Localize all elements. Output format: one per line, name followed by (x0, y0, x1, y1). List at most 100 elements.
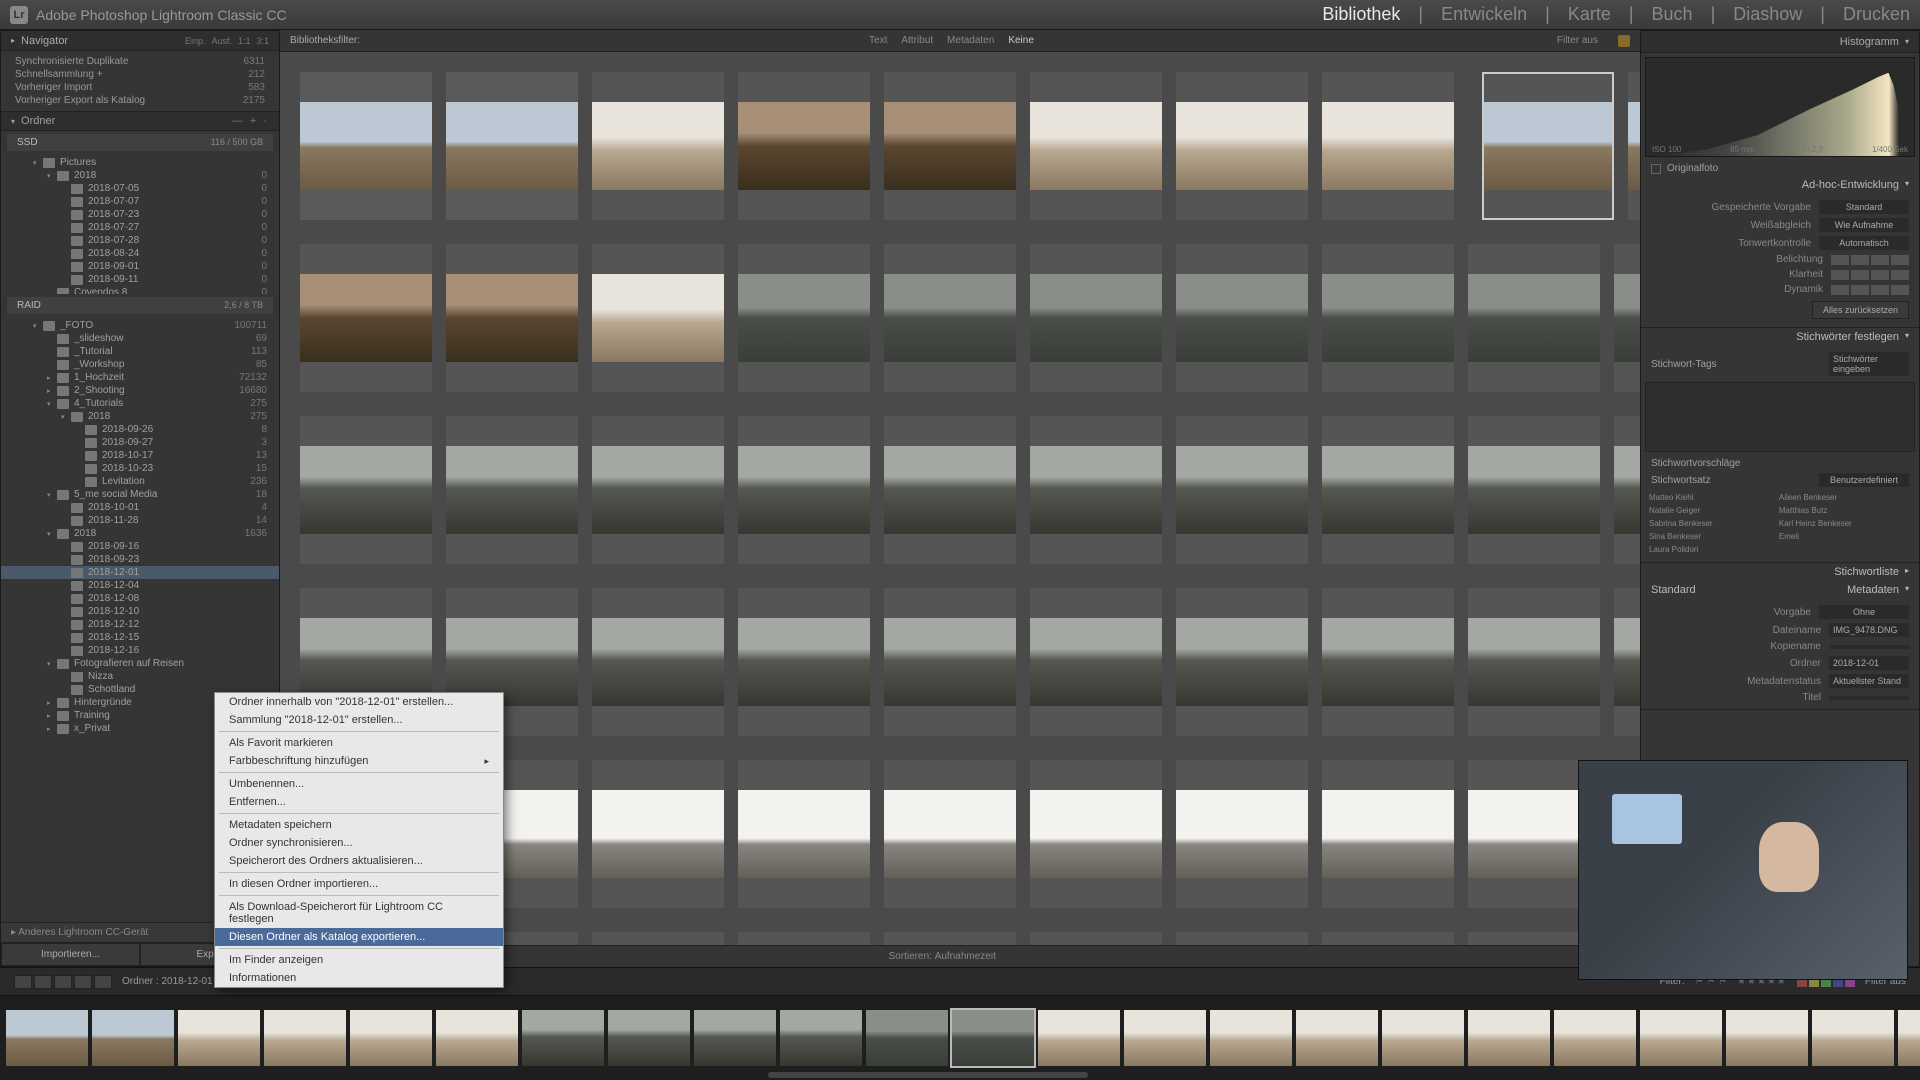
filter-lock-icon[interactable] (1618, 35, 1630, 47)
grid-cell[interactable] (592, 932, 724, 945)
whitebalance-select[interactable]: Wie Aufnahme (1819, 218, 1909, 232)
folder-item[interactable]: 2018-08-240 (1, 247, 279, 260)
view-grid-icon[interactable] (14, 975, 32, 989)
keyword-list-header[interactable]: Stichwortliste▸ (1641, 563, 1919, 581)
keyword-person[interactable]: Sabrina Benkeser (1649, 519, 1767, 528)
filter-tab[interactable]: Keine (1008, 35, 1034, 46)
grid-cell[interactable] (738, 244, 870, 392)
view-loupe-icon[interactable] (34, 975, 52, 989)
grid-cell[interactable] (300, 72, 432, 220)
folder-item[interactable]: 2018-07-280 (1, 234, 279, 247)
grid-cell[interactable] (884, 244, 1016, 392)
folder-item[interactable]: 2018-12-12 (1, 618, 279, 631)
filmstrip-thumb[interactable] (1812, 1010, 1894, 1066)
catalog-item[interactable]: Synchronisierte Duplikate6311 (1, 55, 279, 68)
folder-add-icon[interactable]: — + · (232, 115, 269, 127)
filmstrip-scrollbar[interactable] (768, 1072, 1088, 1078)
filmstrip-thumb[interactable] (694, 1010, 776, 1066)
context-menu-item[interactable]: Im Finder anzeigen (215, 951, 503, 969)
filter-tab[interactable]: Metadaten (947, 35, 994, 46)
filmstrip-thumb[interactable] (1382, 1010, 1464, 1066)
grid-cell[interactable] (592, 588, 724, 736)
grid-cell[interactable] (884, 932, 1016, 945)
view-compare-icon[interactable] (54, 975, 72, 989)
filmstrip[interactable] (0, 995, 1920, 1080)
reset-all-button[interactable]: Alles zurücksetzen (1812, 301, 1909, 319)
grid-cell[interactable] (446, 416, 578, 564)
meta-preset[interactable]: Ohne (1819, 605, 1909, 619)
filmstrip-thumb[interactable] (1468, 1010, 1550, 1066)
context-menu-item[interactable]: Informationen (215, 969, 503, 987)
grid-cell[interactable] (738, 760, 870, 908)
metadata-header[interactable]: StandardMetadaten▾ (1641, 581, 1919, 599)
filmstrip-thumb[interactable] (608, 1010, 690, 1066)
grid-cell[interactable] (300, 244, 432, 392)
context-menu-item[interactable]: Als Download-Speicherort für Lightroom C… (215, 898, 503, 928)
grid-cell[interactable] (592, 416, 724, 564)
grid-cell[interactable] (738, 72, 870, 220)
grid-cell[interactable] (1030, 72, 1162, 220)
context-menu-item[interactable]: Entfernen... (215, 793, 503, 811)
folder-item[interactable]: 2018-12-15 (1, 631, 279, 644)
grid-cell[interactable] (1030, 760, 1162, 908)
grid-cell[interactable] (1176, 72, 1308, 220)
grid-cell[interactable] (1176, 932, 1308, 945)
filmstrip-thumb[interactable] (522, 1010, 604, 1066)
view-people-icon[interactable] (94, 975, 112, 989)
grid-cell[interactable] (592, 244, 724, 392)
nav-mode[interactable]: Ausf. (211, 36, 232, 46)
folder-item[interactable]: 2018-12-16 (1, 644, 279, 657)
folder-item[interactable]: 2018-10-014 (1, 501, 279, 514)
tone-auto-button[interactable]: Automatisch (1819, 236, 1909, 250)
context-menu-item[interactable]: Sammlung "2018-12-01" erstellen... (215, 711, 503, 729)
folder-item[interactable]: Covendos 80 (1, 286, 279, 294)
grid-cell[interactable] (1468, 588, 1600, 736)
keyword-person[interactable]: Aileen Benkeser (1779, 493, 1897, 502)
folder-item[interactable]: 2018-12-04 (1, 579, 279, 592)
folder-item[interactable]: ▾2018275 (1, 410, 279, 423)
adhoc-dev-header[interactable]: Ad-hoc-Entwicklung▾ (1641, 176, 1919, 194)
folder-item[interactable]: ▸1_Hochzeit72132 (1, 371, 279, 384)
grid-cell[interactable] (1322, 244, 1454, 392)
volume-raid[interactable]: RAID2,6 / 8 TB (7, 297, 273, 314)
module-buch[interactable]: Buch (1652, 4, 1693, 25)
context-menu-item[interactable]: Als Favorit markieren (215, 734, 503, 752)
folder-item[interactable]: 2018-12-10 (1, 605, 279, 618)
grid-cell[interactable] (446, 244, 578, 392)
filmstrip-thumb[interactable] (1554, 1010, 1636, 1066)
module-entwickeln[interactable]: Entwickeln (1441, 4, 1527, 25)
filter-preset-dropdown[interactable]: Filter aus (1557, 35, 1598, 46)
grid-cell[interactable] (884, 588, 1016, 736)
folder-item[interactable]: 2018-07-270 (1, 221, 279, 234)
grid-cell[interactable] (1322, 932, 1454, 945)
folder-item[interactable]: 2018-09-110 (1, 273, 279, 286)
keywords-header[interactable]: Stichwörter festlegen▾ (1641, 328, 1919, 346)
folder-item[interactable]: ▾4_Tutorials275 (1, 397, 279, 410)
filter-tab[interactable]: Attribut (901, 35, 933, 46)
grid-cell[interactable] (1628, 72, 1640, 220)
folder-item[interactable]: 2018-09-268 (1, 423, 279, 436)
grid-cell[interactable] (1322, 760, 1454, 908)
context-menu-item[interactable]: Umbenennen... (215, 775, 503, 793)
grid-cell[interactable] (884, 760, 1016, 908)
keyword-person[interactable]: Emeli (1779, 532, 1897, 541)
folder-item[interactable]: 2018-07-230 (1, 208, 279, 221)
volume-ssd[interactable]: SSD116 / 500 GB (7, 134, 273, 151)
nav-mode[interactable]: Einp. (185, 36, 206, 46)
catalog-item[interactable]: Vorheriger Export als Katalog2175 (1, 94, 279, 107)
folder-item[interactable]: ▾20180 (1, 169, 279, 182)
grid-cell[interactable] (1322, 416, 1454, 564)
meta-copyname[interactable] (1829, 645, 1909, 649)
grid-cell[interactable] (446, 72, 578, 220)
nav-mode[interactable]: 3:1 (256, 36, 269, 46)
folder-item[interactable]: ▸2_Shooting16680 (1, 384, 279, 397)
folders-header[interactable]: ▾Ordner — + · (1, 111, 279, 131)
grid-cell[interactable] (1614, 244, 1640, 392)
module-karte[interactable]: Karte (1568, 4, 1611, 25)
keyword-area[interactable] (1645, 382, 1915, 452)
context-menu-item[interactable]: Diesen Ordner als Katalog exportieren... (215, 928, 503, 946)
grid-cell[interactable] (884, 72, 1016, 220)
grid-cell[interactable] (1176, 588, 1308, 736)
view-survey-icon[interactable] (74, 975, 92, 989)
grid-cell[interactable] (1322, 72, 1454, 220)
